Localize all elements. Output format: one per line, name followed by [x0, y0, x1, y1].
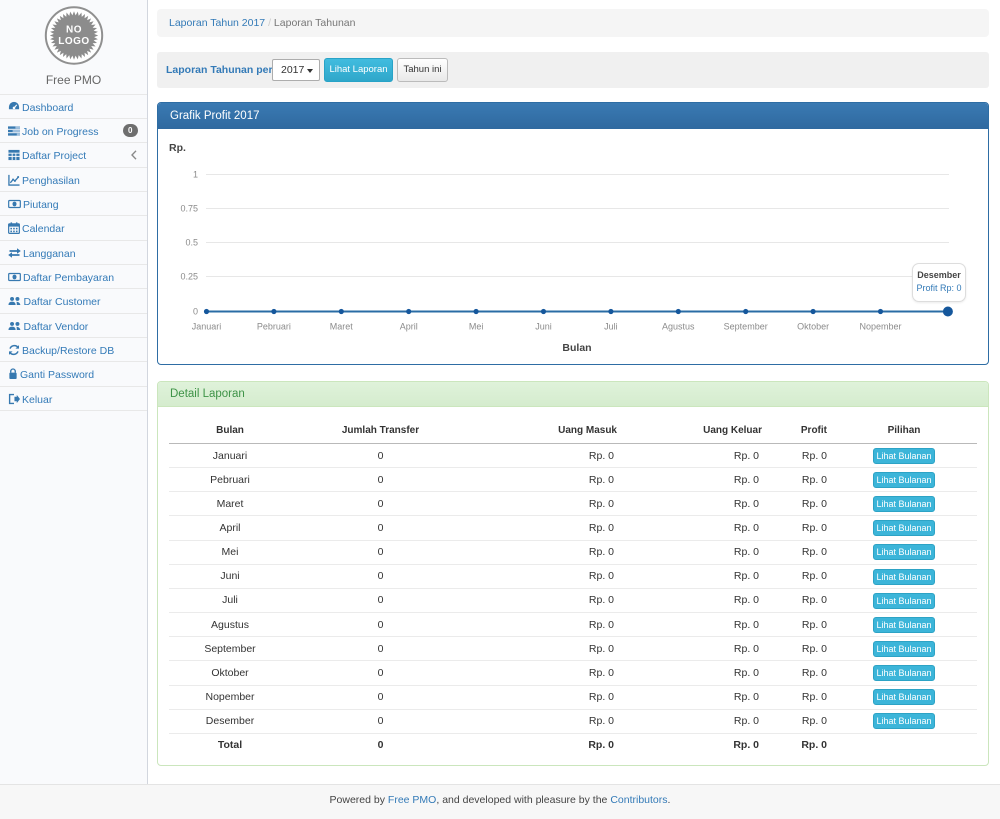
svg-text:LOGO: LOGO	[58, 36, 89, 47]
svg-text:September: September	[724, 322, 768, 332]
svg-text:Juli: Juli	[604, 322, 618, 332]
svg-text:Juni: Juni	[535, 322, 552, 332]
svg-text:Nopember: Nopember	[859, 322, 901, 332]
svg-text:NO: NO	[66, 24, 82, 35]
svg-text:Oktober: Oktober	[797, 322, 829, 332]
svg-text:Agustus: Agustus	[662, 322, 695, 332]
svg-text:1: 1	[193, 170, 198, 180]
svg-text:Januari: Januari	[192, 322, 222, 332]
svg-text:April: April	[400, 322, 418, 332]
svg-text:Pebruari: Pebruari	[257, 322, 291, 332]
svg-text:Maret: Maret	[330, 322, 354, 332]
svg-text:Mei: Mei	[469, 322, 484, 332]
svg-text:0: 0	[193, 307, 198, 317]
svg-text:0.75: 0.75	[180, 204, 198, 214]
svg-text:0.5: 0.5	[185, 238, 198, 248]
svg-text:0.25: 0.25	[180, 272, 198, 282]
svg-text:Rp.: Rp.	[169, 142, 186, 154]
svg-text:Bulan: Bulan	[562, 342, 591, 354]
